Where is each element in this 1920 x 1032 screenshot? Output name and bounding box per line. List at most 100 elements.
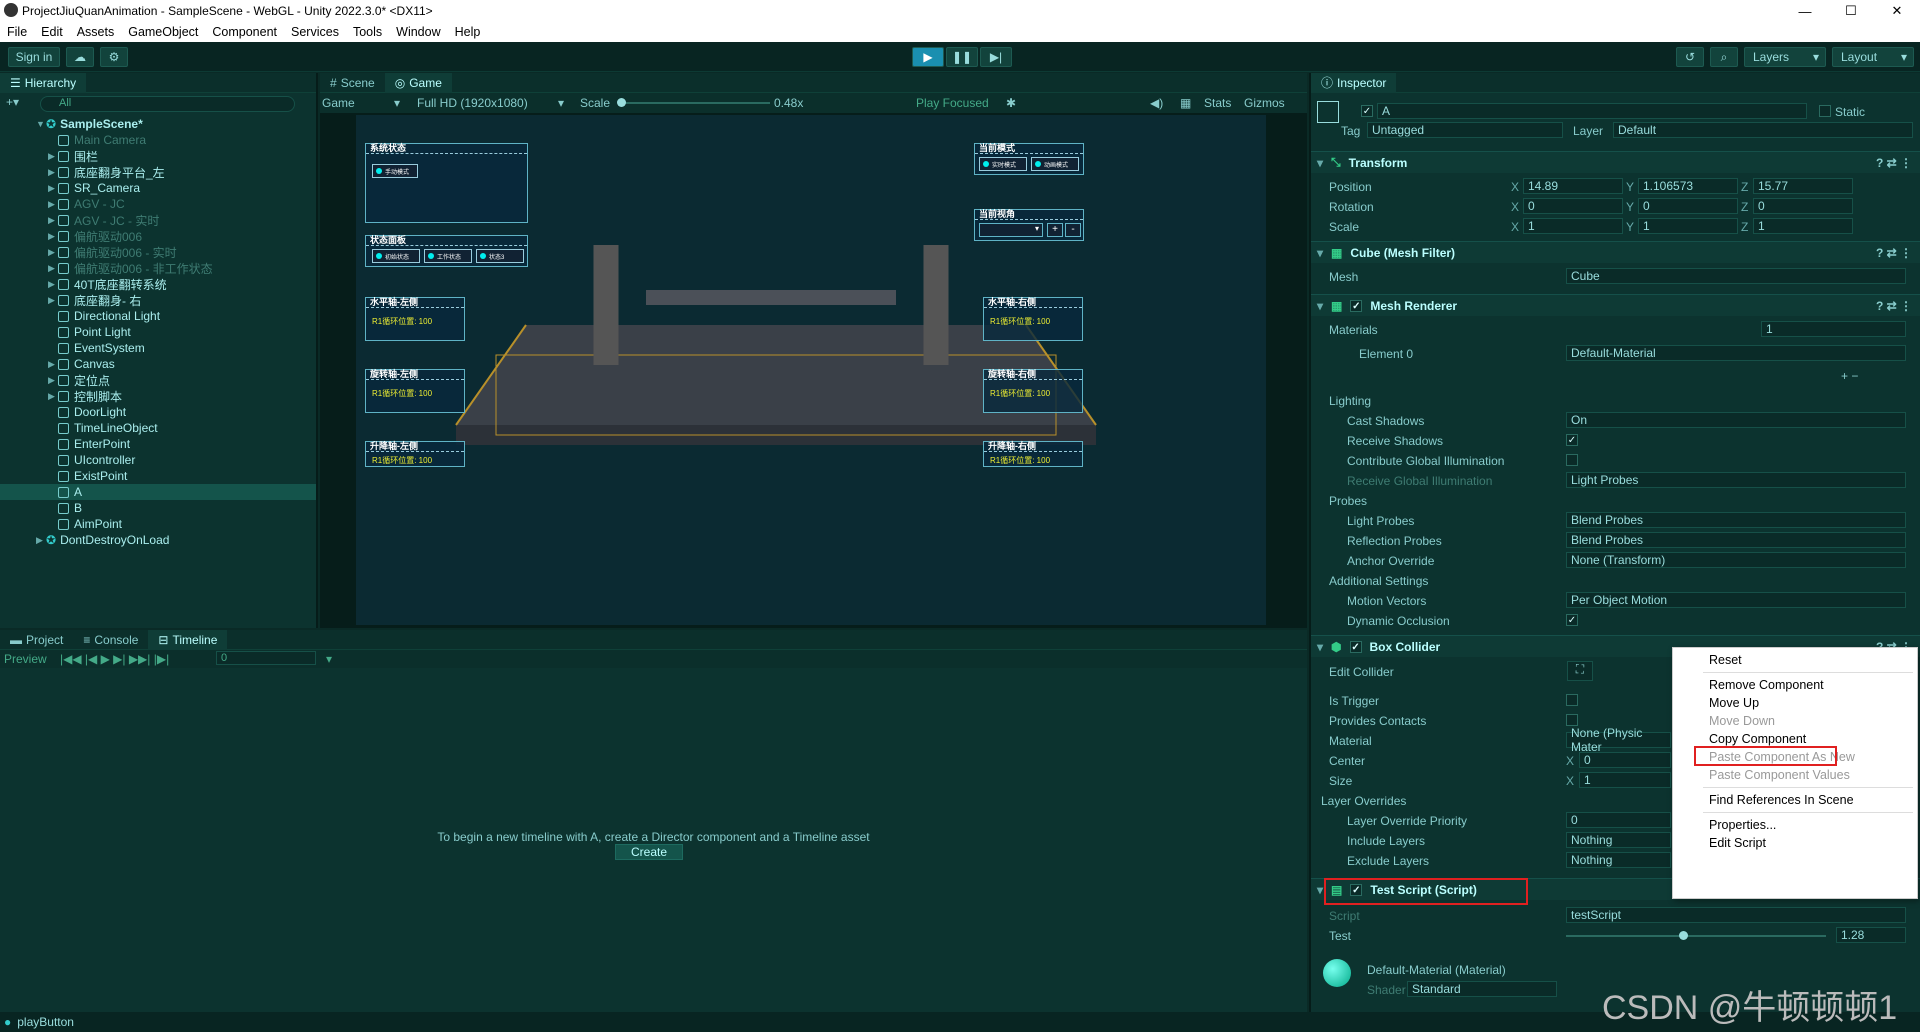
chevron-right-icon[interactable]: ▶ bbox=[48, 391, 58, 402]
hierarchy-item[interactable]: TimeLineObject bbox=[0, 420, 158, 436]
test-value-field[interactable]: 1.28 bbox=[1836, 927, 1906, 943]
chevron-down-icon[interactable]: ▾ bbox=[326, 652, 332, 666]
enabled-checkbox[interactable]: ✓ bbox=[1349, 640, 1362, 653]
rotation-y-field[interactable]: 0 bbox=[1638, 198, 1738, 214]
game-viewport[interactable]: 系统状态 手动模式 状态面板 初始状态 工作状态 状态3 当前模式 实时模式 动… bbox=[356, 115, 1266, 625]
minimize-button[interactable]: — bbox=[1782, 0, 1828, 22]
pause-button[interactable]: ❚❚ bbox=[946, 47, 978, 67]
hierarchy-item[interactable]: ▶ 底座翻身- 右 bbox=[0, 292, 141, 308]
size-x-field[interactable]: 1 bbox=[1579, 772, 1671, 788]
component-header[interactable]: ▾ ⤡ Transform ? ⇄ ⋮ bbox=[1311, 151, 1920, 173]
preview-button[interactable]: Preview bbox=[4, 652, 47, 666]
chevron-right-icon[interactable]: ▶ bbox=[48, 263, 58, 274]
add-icon[interactable]: +▾ bbox=[6, 95, 26, 109]
hierarchy-item[interactable]: A bbox=[0, 484, 316, 500]
hierarchy-item[interactable]: ▶ 偏航驱动006 bbox=[0, 228, 142, 244]
is-trigger-checkbox[interactable] bbox=[1566, 694, 1578, 706]
component-header[interactable]: ▾ ▦ ✓ Mesh Renderer ? ⇄ ⋮ bbox=[1311, 294, 1920, 316]
search-icon[interactable]: ⌕ bbox=[1710, 47, 1738, 67]
enabled-checkbox[interactable]: ✓ bbox=[1350, 299, 1363, 312]
hierarchy-item[interactable]: Main Camera bbox=[0, 132, 146, 148]
shader-dropdown[interactable]: Standard bbox=[1407, 981, 1557, 997]
work-state-button[interactable]: 工作状态 bbox=[424, 249, 472, 263]
dynamic-occlusion-checkbox[interactable]: ✓ bbox=[1566, 614, 1578, 626]
scale-z-field[interactable]: 1 bbox=[1753, 218, 1853, 234]
hierarchy-item[interactable]: ▶ 偏航驱动006 - 实时 bbox=[0, 244, 177, 260]
dont-destroy-root[interactable]: ▶ ✪ DontDestroyOnLoad bbox=[0, 532, 169, 548]
provides-contacts-checkbox[interactable] bbox=[1566, 714, 1578, 726]
hierarchy-item[interactable]: ▶ Canvas bbox=[0, 356, 115, 372]
close-button[interactable]: ✕ bbox=[1874, 0, 1920, 22]
menu-gameobject[interactable]: GameObject bbox=[121, 25, 205, 39]
stats-button[interactable]: Stats bbox=[1204, 96, 1231, 110]
resolution-dropdown[interactable]: Full HD (1920x1080) bbox=[417, 96, 528, 110]
tab-console[interactable]: ≡ Console bbox=[73, 630, 148, 650]
reflection-probes-dropdown[interactable]: Blend Probes bbox=[1566, 532, 1906, 548]
test-slider[interactable] bbox=[1566, 931, 1826, 940]
hierarchy-item[interactable]: EventSystem bbox=[0, 340, 145, 356]
chevron-right-icon[interactable]: ▶ bbox=[48, 295, 58, 306]
test-slider-handle[interactable] bbox=[1679, 931, 1688, 940]
play-button[interactable]: ▶ bbox=[912, 47, 944, 67]
physic-material-field[interactable]: None (Physic Mater bbox=[1566, 726, 1671, 754]
element0-field[interactable]: Default-Material bbox=[1566, 345, 1906, 361]
menu-help[interactable]: Help bbox=[448, 25, 488, 39]
chevron-right-icon[interactable]: ▶ bbox=[48, 199, 58, 210]
zoom-in-button[interactable]: + bbox=[1047, 223, 1063, 237]
hierarchy-item[interactable]: ▶ AGV - JC - 实时 bbox=[0, 212, 159, 228]
edit-collider-button[interactable]: ⛶ bbox=[1567, 661, 1593, 681]
menu-properties[interactable]: Properties... bbox=[1709, 818, 1776, 832]
gizmos-button[interactable]: Gizmos bbox=[1244, 96, 1285, 110]
motion-vectors-dropdown[interactable]: Per Object Motion bbox=[1566, 592, 1906, 608]
script-field[interactable]: testScript bbox=[1566, 907, 1906, 923]
hierarchy-item[interactable]: ▶ 偏航驱动006 - 非工作状态 bbox=[0, 260, 213, 276]
chevron-right-icon[interactable]: ▶ bbox=[48, 183, 58, 194]
tab-game[interactable]: ◎ Game bbox=[384, 72, 452, 93]
display-dropdown[interactable]: Game bbox=[322, 96, 355, 110]
zoom-out-button[interactable]: - bbox=[1065, 223, 1081, 237]
hierarchy-item[interactable]: EnterPoint bbox=[0, 436, 130, 452]
light-probes-dropdown[interactable]: Blend Probes bbox=[1566, 512, 1906, 528]
menu-assets[interactable]: Assets bbox=[70, 25, 122, 39]
hierarchy-item[interactable]: AimPoint bbox=[0, 516, 122, 532]
animation-mode-button[interactable]: 动画模式 bbox=[1031, 157, 1079, 171]
receive-shadows-checkbox[interactable]: ✓ bbox=[1566, 434, 1578, 446]
position-y-field[interactable]: 1.106573 bbox=[1638, 178, 1738, 194]
step-button[interactable]: ▶| bbox=[980, 47, 1012, 67]
hierarchy-item[interactable]: ▶ 底座翻身平台_左 bbox=[0, 164, 165, 180]
timeline-controls-icon[interactable]: |◀◀ |◀ ▶ ▶| ▶▶| |▶| bbox=[60, 652, 169, 666]
rotation-z-field[interactable]: 0 bbox=[1753, 198, 1853, 214]
name-input[interactable]: A bbox=[1377, 103, 1807, 119]
position-x-field[interactable]: 14.89 bbox=[1523, 178, 1623, 194]
hierarchy-search-input[interactable]: All bbox=[40, 96, 295, 112]
component-menu-icon[interactable]: ? ⇄ ⋮ bbox=[1876, 246, 1912, 260]
materials-count-field[interactable]: 1 bbox=[1761, 321, 1906, 337]
scene-root[interactable]: ▼ ✪ SampleScene* bbox=[0, 116, 143, 132]
chevron-right-icon[interactable]: ▶ bbox=[48, 247, 58, 258]
hierarchy-item[interactable]: ExistPoint bbox=[0, 468, 127, 484]
static-checkbox[interactable] bbox=[1819, 105, 1831, 117]
hierarchy-item[interactable]: ▶ 定位点 bbox=[0, 372, 110, 388]
chevron-right-icon[interactable]: ▶ bbox=[48, 231, 58, 242]
bug-icon[interactable]: ✱ bbox=[1006, 96, 1016, 110]
create-button[interactable]: Create bbox=[615, 844, 683, 860]
hierarchy-item[interactable]: Point Light bbox=[0, 324, 131, 340]
realtime-mode-button[interactable]: 实时模式 bbox=[979, 157, 1027, 171]
menu-window[interactable]: Window bbox=[389, 25, 447, 39]
hierarchy-item[interactable]: ▶ 围栏 bbox=[0, 148, 98, 164]
position-z-field[interactable]: 15.77 bbox=[1753, 178, 1853, 194]
view-dropdown[interactable]: ▾ bbox=[979, 223, 1043, 237]
menu-tools[interactable]: Tools bbox=[346, 25, 389, 39]
layer-override-priority-field[interactable]: 0 bbox=[1566, 812, 1671, 828]
contribute-gi-checkbox[interactable] bbox=[1566, 454, 1578, 466]
menu-move-up[interactable]: Move Up bbox=[1709, 696, 1759, 710]
add-remove-icon[interactable]: + − bbox=[1841, 369, 1858, 383]
play-focused-dropdown[interactable]: Play Focused bbox=[916, 96, 989, 110]
tab-project[interactable]: ▬ Project bbox=[0, 630, 73, 650]
initial-state-button[interactable]: 初始状态 bbox=[372, 249, 420, 263]
chevron-right-icon[interactable]: ▶ bbox=[48, 279, 58, 290]
tab-scene[interactable]: # Scene bbox=[320, 73, 385, 93]
chevron-right-icon[interactable]: ▶ bbox=[36, 535, 46, 546]
layout-dropdown[interactable]: Layout ▾ bbox=[1832, 47, 1914, 67]
chevron-right-icon[interactable]: ▶ bbox=[48, 215, 58, 226]
